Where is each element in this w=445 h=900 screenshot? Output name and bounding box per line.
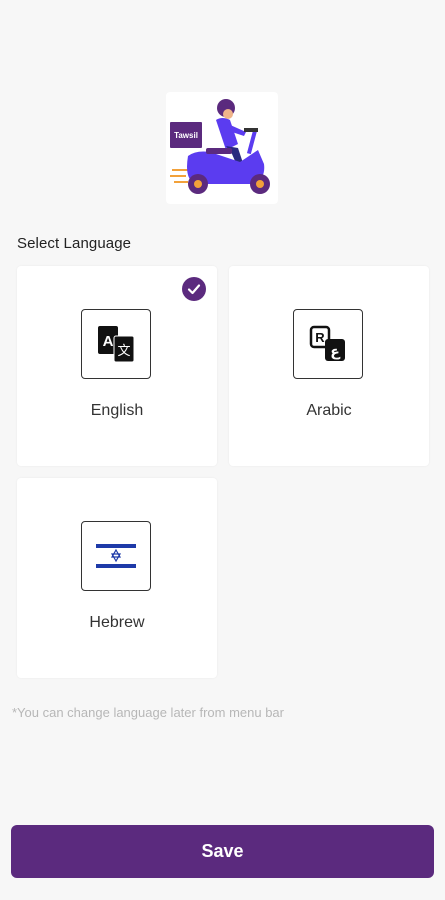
app-logo: Tawsil (166, 92, 278, 204)
language-label: Arabic (306, 402, 352, 419)
language-card-english[interactable]: A 文 English (17, 266, 217, 466)
language-card-hebrew[interactable]: Hebrew (17, 478, 217, 678)
svg-text:文: 文 (117, 344, 130, 359)
svg-text:A: A (103, 333, 114, 350)
language-label: English (90, 402, 144, 419)
language-hint-text: *You can change language later from menu… (12, 705, 284, 720)
logo-text: Tawsil (174, 131, 198, 140)
svg-text:R: R (315, 330, 325, 345)
select-language-title: Select Language (17, 235, 132, 252)
israel-flag-icon (81, 521, 151, 591)
checkmark-icon (182, 277, 206, 301)
alphabet-icon: R ع (293, 309, 363, 379)
language-card-arabic[interactable]: R ع Arabic (229, 266, 429, 466)
language-label: Hebrew (89, 614, 145, 631)
save-button[interactable]: Save (11, 825, 434, 878)
translate-icon: A 文 (81, 309, 151, 379)
svg-text:ع: ع (330, 344, 341, 360)
